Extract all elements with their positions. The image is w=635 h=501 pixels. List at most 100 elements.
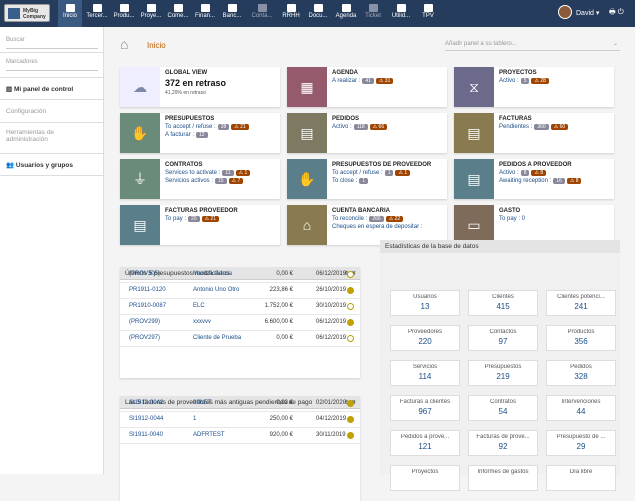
stat-card[interactable]: Presupuestos 219 xyxy=(468,360,538,386)
table-row[interactable]: SI1912-0044 1 250,00 € 04/12/2019 xyxy=(120,412,360,428)
sidebar-item-users-groups[interactable]: 👥 Usuarios y grupos xyxy=(6,161,98,169)
box-line[interactable]: Awaiting reception :16 ⚠ 8 xyxy=(499,178,582,184)
nav-projects[interactable]: Proye... xyxy=(139,0,163,27)
box-proposals[interactable]: ✋ PRESUPUESTOS To accept / refuse :28 ⚠ 2… xyxy=(120,113,280,153)
thirdparty-link[interactable]: xxxvvv xyxy=(193,319,211,325)
box-agenda[interactable]: ▦ AGENDA A realizar :41 ⚠ 31 xyxy=(287,67,447,107)
table-row[interactable]: (PROV305) Maritza Garcia 0,00 € 06/12/2019 xyxy=(120,267,360,283)
box-line[interactable]: To accept / refuse :1 ⚠ 1 xyxy=(332,170,411,176)
user-avatar[interactable] xyxy=(558,5,572,19)
company-logo[interactable]: MyBig Company xyxy=(4,4,50,22)
stat-card[interactable]: Pedidos 328 xyxy=(546,360,616,386)
user-name[interactable]: David ▾ xyxy=(576,9,599,17)
thirdparty-link[interactable]: 1 xyxy=(193,416,196,422)
print-icon[interactable]: 🖶 xyxy=(609,9,616,16)
nav-finance[interactable]: Finan... xyxy=(193,0,217,27)
ref-link[interactable]: SI1912-0042 xyxy=(129,400,163,406)
thirdparty-link[interactable]: ADFRTEST xyxy=(193,432,225,438)
add-panel-select[interactable]: Añadir panel a su tablero... ⌄ xyxy=(445,39,620,51)
stat-card[interactable]: Intervenciones 44 xyxy=(546,395,616,421)
amount: 0,00 € xyxy=(276,335,293,341)
nav-bank[interactable]: Banc... xyxy=(220,0,244,27)
ref-link[interactable]: PR1910-0087 xyxy=(129,303,166,309)
box-line[interactable]: A realizar :41 ⚠ 31 xyxy=(332,78,394,84)
nav-pos[interactable]: TPV xyxy=(416,0,440,27)
ref-link[interactable]: (PROV297) xyxy=(129,335,160,341)
box-supplier-proposals[interactable]: ✋ PRESUPUESTOS DE PROVEEDOR To accept / … xyxy=(287,159,447,199)
sidebar-item-control-panel[interactable]: ▥ Mi panel de control xyxy=(6,85,98,93)
table-row[interactable]: PR1911-0120 Antonio Uno Otro 223,86 € 26/10… xyxy=(120,283,360,299)
box-projects[interactable]: ⧖ PROYECTOS Activo :5 ⚠ 28 xyxy=(454,67,614,107)
box-invoices[interactable]: ▤ FACTURAS Pendientes :360 ⚠ 60 xyxy=(454,113,614,153)
ref-link[interactable]: (PROV305) xyxy=(129,271,160,277)
thirdparty-link[interactable]: 99NET xyxy=(193,400,212,406)
stat-card[interactable]: Presupuesto de ... 29 xyxy=(546,430,616,456)
stat-card[interactable]: Facturas a clientes 967 xyxy=(390,395,460,421)
ref-link[interactable]: PR1911-0120 xyxy=(129,287,166,293)
box-line[interactable]: To reconcile :266 ⚠ 22 xyxy=(332,216,404,222)
nav-agenda[interactable]: Agenda xyxy=(334,0,358,27)
box-line[interactable]: A facturar :12 xyxy=(165,132,208,138)
table-row[interactable]: SI1912-0042 99NET 0,93 € 02/01/2020 xyxy=(120,396,360,412)
thirdparty-link[interactable]: Antonio Uno Otro xyxy=(193,287,239,293)
stat-card[interactable]: Servicios 114 xyxy=(390,360,460,386)
thirdparty-link[interactable]: Maritza Garcia xyxy=(193,271,232,277)
box-line[interactable]: Activo :118 ⚠ 66 xyxy=(332,124,388,130)
nav-ticket[interactable]: Ticket xyxy=(361,0,385,27)
ref-link[interactable]: (PROV299) xyxy=(129,319,160,325)
sidebar-item-admin-tools[interactable]: Herramientas de administración xyxy=(6,129,76,143)
table-row[interactable]: SI1911-0040 ADFRTEST 920,00 € 30/11/2019 xyxy=(120,428,360,444)
box-line[interactable]: Servicios activos :15 ⚠ 7 xyxy=(165,178,244,184)
box-line[interactable]: Cheques en espera de depositar : xyxy=(332,224,422,230)
box-line[interactable]: Services to activate :11 ⚠ 1 xyxy=(165,170,251,176)
box-title: FACTURAS PROVEEDOR xyxy=(165,208,238,214)
stat-card[interactable]: Contactos 97 xyxy=(468,325,538,351)
table-row[interactable]: (PROV299) xxxvvv 6.600,00 € 06/12/2019 xyxy=(120,315,360,331)
stat-card[interactable]: Pedidos a prove... 121 xyxy=(390,430,460,456)
box-contracts[interactable]: ⏚ CONTRATOS Services to activate :11 ⚠ 1 … xyxy=(120,159,280,199)
stat-card[interactable]: Día libre xyxy=(546,465,616,491)
power-icon[interactable]: ⏻ xyxy=(618,9,624,16)
nav-home[interactable]: Inicio xyxy=(58,0,82,27)
table-row[interactable]: PR1910-0087 ELC 1.752,00 € 30/10/2019 xyxy=(120,299,360,315)
box-expenses[interactable]: ▭ GASTO To pay : 0 xyxy=(454,205,614,245)
nav-hr[interactable]: RRHH xyxy=(279,0,303,27)
box-orders[interactable]: ▤ PEDIDOS Activo :118 ⚠ 66 xyxy=(287,113,447,153)
stat-card[interactable]: Clientes 415 xyxy=(468,290,538,316)
box-line[interactable]: To close :1 xyxy=(332,178,369,184)
search-select[interactable]: Buscar xyxy=(6,37,98,49)
box-line[interactable]: To pay : 0 xyxy=(499,216,525,222)
ref-link[interactable]: SI1911-0040 xyxy=(129,432,163,438)
nav-products[interactable]: Produ... xyxy=(112,0,136,27)
box-line[interactable]: Activo :8 ⚠ 8 xyxy=(499,170,547,176)
nav-commercial[interactable]: Come... xyxy=(166,0,190,27)
box-line[interactable]: Pendientes :360 ⚠ 60 xyxy=(499,124,569,130)
sidebar-item-configuration[interactable]: Configuración xyxy=(6,108,98,115)
sitemap-icon xyxy=(146,4,156,12)
box-global-view[interactable]: ☁ GLOBAL VIEW 372 en retraso 41,29% en r… xyxy=(120,67,280,107)
status-icon xyxy=(347,287,354,294)
stat-card[interactable]: Facturas de prove... 92 xyxy=(468,430,538,456)
stat-card[interactable]: Usuarios 13 xyxy=(390,290,460,316)
stat-card[interactable]: Productos 356 xyxy=(546,325,616,351)
box-supplier-invoices[interactable]: ▤ FACTURAS PROVEEDOR To pay :20 ⚠ 21 xyxy=(120,205,280,245)
box-line[interactable]: To pay :20 ⚠ 21 xyxy=(165,216,220,222)
stat-card[interactable]: Informes de gastos xyxy=(468,465,538,491)
bookmarks-select[interactable]: Marcadores xyxy=(6,59,98,71)
box-bank-account[interactable]: ⌂ CUENTA BANCARIA To reconcile :266 ⚠ 22 … xyxy=(287,205,447,245)
stat-card[interactable]: Proveedores 220 xyxy=(390,325,460,351)
nav-tools[interactable]: Utilid... xyxy=(389,0,413,27)
thirdparty-link[interactable]: Cliente de Prueba xyxy=(193,335,241,341)
stat-card[interactable]: Contratos 54 xyxy=(468,395,538,421)
box-line[interactable]: Activo :5 ⚠ 28 xyxy=(499,78,549,84)
box-supplier-orders[interactable]: ▤ PEDIDOS A PROVEEDOR Activo :8 ⚠ 8 Await… xyxy=(454,159,614,199)
thirdparty-link[interactable]: ELC xyxy=(193,303,205,309)
stat-card[interactable]: Proyectos xyxy=(390,465,460,491)
box-line[interactable]: To accept / refuse :28 ⚠ 21 xyxy=(165,124,249,130)
table-row[interactable]: (PROV297) Cliente de Prueba 0,00 € 06/12/20… xyxy=(120,331,360,347)
ref-link[interactable]: SI1912-0044 xyxy=(129,416,163,422)
nav-documents[interactable]: Docu... xyxy=(306,0,330,27)
nav-thirdparties[interactable]: Tercer... xyxy=(85,0,109,27)
nav-accounting[interactable]: Conta... xyxy=(250,0,274,27)
stat-card[interactable]: Clientes potenci... 241 xyxy=(546,290,616,316)
